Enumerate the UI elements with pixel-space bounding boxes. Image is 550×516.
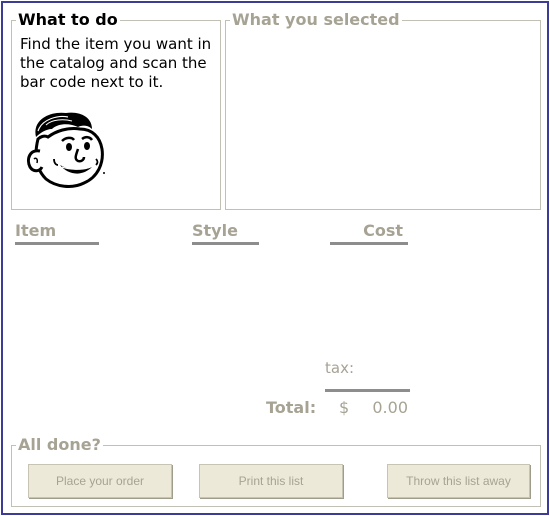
item-column-header: Item xyxy=(15,221,99,245)
what-to-do-panel: What to do Find the item you want in the… xyxy=(11,10,221,210)
what-you-selected-title: What you selected xyxy=(230,10,402,30)
total-value: 0.00 xyxy=(372,398,408,417)
style-column-header: Style xyxy=(192,221,259,245)
cost-column-header: Cost xyxy=(330,221,408,245)
smiling-man-face-icon xyxy=(26,112,105,188)
print-list-button[interactable]: Print this list xyxy=(199,464,343,498)
kiosk-window: What to do Find the item you want in the… xyxy=(1,1,549,515)
all-done-panel: All done? Place your order Print this li… xyxy=(11,435,541,507)
cost-column-label: Cost xyxy=(363,221,403,240)
currency-symbol: $ xyxy=(339,398,350,417)
instructions-text: Find the item you want in the catalog an… xyxy=(20,35,212,91)
total-label: Total: xyxy=(266,398,317,417)
what-you-selected-panel: What you selected xyxy=(225,10,541,210)
place-order-button[interactable]: Place your order xyxy=(28,464,172,498)
tax-divider xyxy=(325,389,410,392)
throw-list-away-button[interactable]: Throw this list away xyxy=(387,464,530,498)
all-done-title: All done? xyxy=(16,435,103,455)
what-to-do-title: What to do xyxy=(16,10,120,30)
tax-label: tax: xyxy=(325,359,355,377)
